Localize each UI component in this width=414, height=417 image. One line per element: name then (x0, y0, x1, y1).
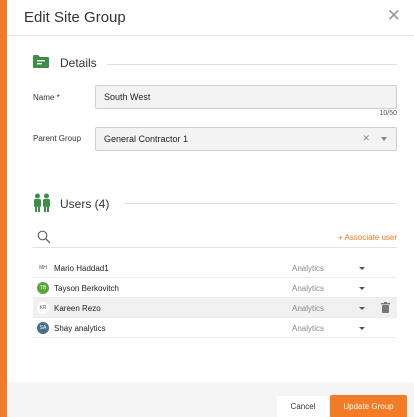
avatar: SA (37, 322, 49, 334)
dialog-header: Edit Site Group ✕ (7, 0, 414, 36)
name-char-counter: 10/50 (379, 110, 397, 117)
user-name: Shay analytics (54, 324, 106, 333)
details-heading: Details (60, 56, 97, 70)
chevron-down-icon[interactable] (359, 287, 365, 290)
chevron-down-icon[interactable] (359, 267, 365, 270)
parent-group-value: General Contractor 1 (104, 134, 189, 144)
close-icon[interactable]: ✕ (387, 6, 401, 26)
user-search-row: + Associate user (33, 228, 397, 248)
edit-site-group-dialog: Edit Site Group ✕ Details Name * South W… (7, 0, 414, 417)
role-select[interactable]: Analytics (292, 324, 324, 333)
name-value: South West (104, 92, 151, 102)
clear-selection-icon[interactable]: ✕ (362, 133, 370, 144)
avatar: TB (37, 282, 49, 294)
update-group-button[interactable]: Update Group (330, 395, 407, 417)
folder-icon (33, 55, 49, 68)
user-name: Mario Haddad1 (54, 264, 109, 273)
chevron-down-icon[interactable] (359, 327, 365, 330)
avatar: MH (37, 262, 49, 274)
associate-user-link[interactable]: + Associate user (338, 233, 397, 242)
search-icon[interactable] (37, 230, 51, 244)
user-name: Kareen Rezo (54, 304, 101, 313)
name-label: Name * (33, 93, 60, 102)
role-select[interactable]: Analytics (292, 284, 324, 293)
dialog-title: Edit Site Group (24, 9, 126, 26)
avatar: KR (37, 302, 49, 314)
user-row[interactable]: TB Tayson Berkovitch Analytics (33, 278, 397, 298)
user-row[interactable]: MH Mario Haddad1 Analytics (33, 258, 397, 278)
details-divider (107, 64, 397, 65)
accent-bar (0, 0, 7, 417)
name-input[interactable]: South West (95, 85, 397, 109)
chevron-down-icon[interactable] (359, 307, 365, 310)
cancel-button[interactable]: Cancel (277, 396, 329, 417)
user-row[interactable]: KR Kareen Rezo Analytics (33, 298, 397, 318)
dialog-footer: Cancel Update Group (7, 382, 414, 417)
user-name: Tayson Berkovitch (54, 284, 119, 293)
role-select[interactable]: Analytics (292, 304, 324, 313)
user-row[interactable]: SA Shay analytics Analytics (33, 318, 397, 338)
parent-group-label: Parent Group (33, 134, 82, 143)
users-heading: Users (4) (60, 197, 110, 211)
users-icon (34, 193, 50, 212)
trash-icon[interactable] (381, 302, 390, 313)
chevron-down-icon[interactable] (381, 137, 387, 141)
users-divider (124, 203, 397, 204)
role-select[interactable]: Analytics (292, 264, 324, 273)
parent-group-select[interactable]: General Contractor 1 ✕ (95, 127, 397, 151)
